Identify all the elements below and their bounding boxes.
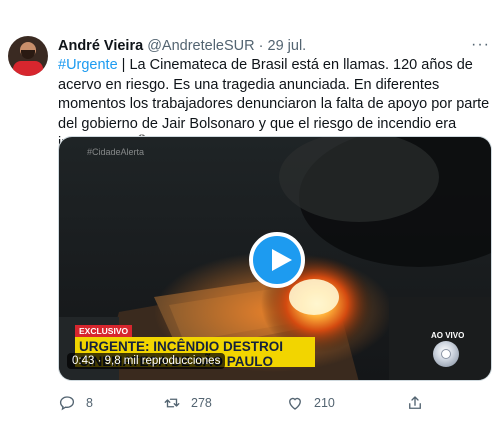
avatar[interactable] [8, 36, 48, 76]
video-player[interactable]: #CidadeAlerta EXCLUSIVO URGENTE: INCÊNDI… [58, 136, 492, 381]
header-separator: · [258, 38, 264, 54]
author-name[interactable]: André Vieira [58, 38, 143, 54]
tweet-card[interactable]: André Vieira @AndreteleSUR · 29 jul. ···… [0, 0, 500, 433]
reply-button[interactable]: 8 [58, 394, 93, 412]
author-handle[interactable]: @AndreteleSUR [147, 38, 254, 54]
retweet-icon [164, 398, 180, 408]
record-logo-icon [433, 341, 459, 367]
hashtag-link[interactable]: #Urgente [58, 57, 118, 73]
live-label: AO VIVO [431, 331, 465, 340]
more-options-icon[interactable]: ··· [471, 36, 490, 54]
share-icon [409, 396, 421, 409]
reply-count: 8 [86, 396, 93, 410]
play-triangle [272, 249, 292, 271]
like-count: 210 [314, 396, 335, 410]
record-logo-center [441, 349, 451, 359]
share-button[interactable] [406, 394, 424, 412]
video-watermark: #CidadeAlerta [87, 147, 145, 157]
video-stats-badge: 0:43 · 9,8 mil reproducciones [67, 353, 226, 369]
avatar-beard [21, 50, 35, 59]
action-bar: 8 278 210 [58, 394, 478, 412]
retweet-count: 278 [191, 396, 212, 410]
video-duration: 0:43 [72, 355, 95, 367]
exclusive-label: EXCLUSIVO [75, 325, 133, 337]
reply-icon [59, 396, 75, 411]
like-button[interactable]: 210 [286, 394, 335, 412]
tweet-header: André Vieira @AndreteleSUR · 29 jul. [58, 38, 306, 54]
tweet-date[interactable]: 29 jul. [268, 38, 307, 54]
play-icon[interactable] [249, 232, 305, 288]
avatar-shirt [13, 61, 43, 76]
heart-icon [289, 397, 301, 410]
video-views: 9,8 mil reproducciones [104, 355, 221, 367]
retweet-button[interactable]: 278 [163, 394, 212, 412]
